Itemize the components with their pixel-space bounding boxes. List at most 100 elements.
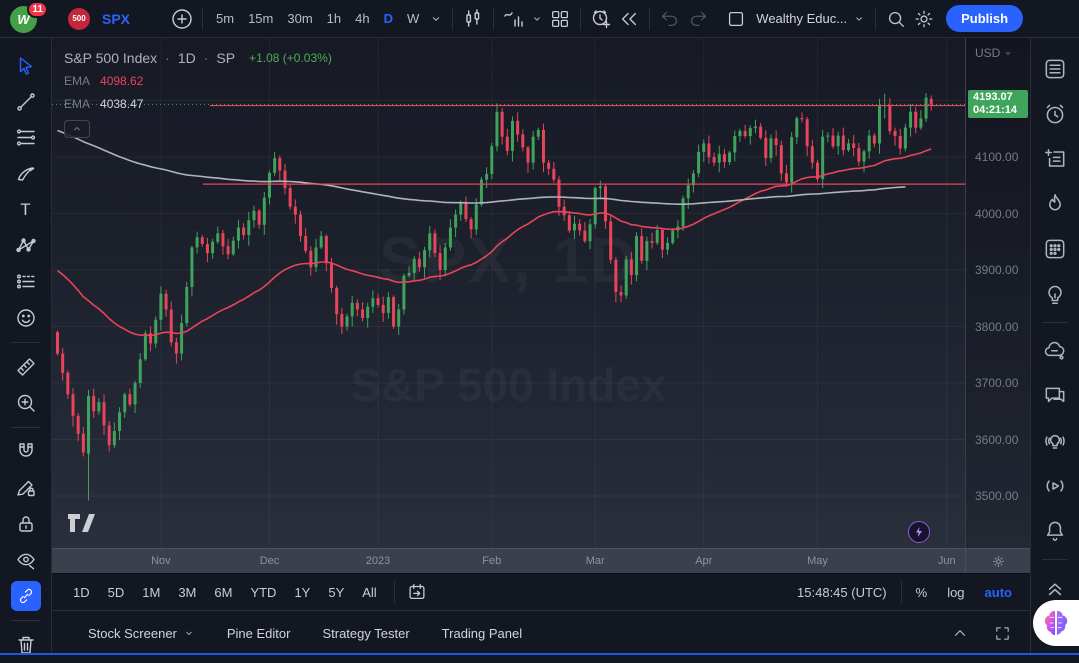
search-icon[interactable] bbox=[882, 5, 910, 33]
cursor-tool-icon[interactable] bbox=[8, 48, 44, 84]
range-5d[interactable]: 5D bbox=[99, 580, 134, 604]
layout-box-icon[interactable] bbox=[722, 5, 750, 33]
ema-slow-value: 4038.47 bbox=[100, 97, 143, 111]
lightning-icon[interactable] bbox=[908, 521, 930, 543]
current-price: 4193.07 bbox=[973, 91, 1028, 104]
fullscreen-icon[interactable] bbox=[988, 619, 1016, 647]
streams-play-icon[interactable] bbox=[1036, 467, 1074, 505]
brush-tool-icon[interactable] bbox=[8, 156, 44, 192]
user-avatar[interactable]: W 11 bbox=[10, 4, 44, 34]
ideas-bulb-icon[interactable] bbox=[1036, 275, 1074, 313]
pine-editor-tab[interactable]: Pine Editor bbox=[211, 618, 307, 648]
hide-drawings-eye-icon[interactable] bbox=[8, 542, 44, 578]
divider bbox=[394, 581, 395, 603]
price-axis-label: 3900.00 bbox=[975, 263, 1018, 277]
price-axis-label: 3700.00 bbox=[975, 376, 1018, 390]
lock-all-drawings-icon[interactable] bbox=[8, 506, 44, 542]
magnet-tool-icon[interactable] bbox=[8, 434, 44, 470]
range-1y[interactable]: 1Y bbox=[285, 580, 319, 604]
right-sidebar bbox=[1030, 38, 1079, 655]
price-axis[interactable]: USD 4200.004100.004000.003900.003800.003… bbox=[965, 38, 1030, 548]
legend-symbol-row[interactable]: S&P 500 Index · 1D · SP +1.08 (+0.03%) bbox=[64, 50, 332, 66]
timeframe-1w[interactable]: W bbox=[400, 6, 426, 32]
price-axis-label: 3600.00 bbox=[975, 433, 1018, 447]
indicators-chevron-down-icon[interactable] bbox=[528, 5, 546, 33]
xabcd-pattern-tool-icon[interactable] bbox=[8, 228, 44, 264]
notifications-bell-icon[interactable] bbox=[1036, 512, 1074, 550]
trading-panel-tab[interactable]: Trading Panel bbox=[426, 618, 538, 648]
calendar-dots-icon[interactable] bbox=[1036, 230, 1074, 268]
alerts-clock-icon[interactable] bbox=[1036, 95, 1074, 133]
go-to-date-icon[interactable] bbox=[403, 578, 431, 606]
layout-name[interactable]: Wealthy Educ... bbox=[756, 11, 847, 26]
redo-icon[interactable] bbox=[684, 5, 712, 33]
expand-panel-chevron-icon[interactable] bbox=[946, 619, 974, 647]
remove-drawings-trash-icon[interactable] bbox=[8, 627, 44, 663]
tradingview-logo[interactable] bbox=[68, 514, 98, 532]
minds-cloud-icon[interactable] bbox=[1036, 332, 1074, 370]
percent-scale-button[interactable]: % bbox=[908, 585, 936, 600]
divider bbox=[493, 8, 494, 30]
alert-plus-icon[interactable] bbox=[587, 5, 615, 33]
divider bbox=[1042, 322, 1068, 323]
scale-settings-gear-icon[interactable] bbox=[965, 549, 1030, 574]
replay-icon[interactable] bbox=[615, 5, 643, 33]
layout-grid-icon[interactable] bbox=[546, 5, 574, 33]
range-3m[interactable]: 3M bbox=[169, 580, 205, 604]
timeframe-chevron-down-icon[interactable] bbox=[426, 5, 446, 33]
trend-line-tool-icon[interactable] bbox=[8, 84, 44, 120]
range-all[interactable]: All bbox=[353, 580, 385, 604]
drawing-mode-lock-icon[interactable] bbox=[8, 470, 44, 506]
symbol-name[interactable]: SPX bbox=[102, 11, 130, 27]
time-axis[interactable]: NovDec2023FebMarAprMayJun bbox=[52, 548, 1030, 573]
timeframe-4h[interactable]: 4h bbox=[348, 6, 376, 32]
broadcast-bulb-icon[interactable] bbox=[1036, 422, 1074, 460]
server-clock[interactable]: 15:48:45 (UTC) bbox=[797, 585, 895, 600]
bottom-panel-bar: Stock Screener Pine Editor Strategy Test… bbox=[52, 610, 1030, 655]
watchlist-icon[interactable] bbox=[1036, 50, 1074, 88]
settings-gear-icon[interactable] bbox=[910, 5, 938, 33]
auto-scale-button[interactable]: auto bbox=[977, 585, 1020, 600]
timeframe-5m[interactable]: 5m bbox=[209, 6, 241, 32]
range-ytd[interactable]: YTD bbox=[241, 580, 285, 604]
timeframe-1h[interactable]: 1h bbox=[320, 6, 348, 32]
range-6m[interactable]: 6M bbox=[205, 580, 241, 604]
fib-retracement-tool-icon[interactable] bbox=[8, 120, 44, 156]
timeframe-30m[interactable]: 30m bbox=[280, 6, 319, 32]
layout-chevron-down-icon[interactable] bbox=[849, 5, 869, 33]
current-price-tag: 4193.07 04:21:14 bbox=[968, 90, 1028, 118]
range-5y[interactable]: 5Y bbox=[319, 580, 353, 604]
legend-title: S&P 500 Index bbox=[64, 50, 157, 66]
range-1m[interactable]: 1M bbox=[133, 580, 169, 604]
legend-ema-fast-row[interactable]: EMA 4098.62 bbox=[64, 73, 332, 89]
legend-collapse-button[interactable] bbox=[64, 120, 90, 138]
sync-drawings-link-icon[interactable] bbox=[11, 581, 41, 611]
divider bbox=[649, 8, 650, 30]
indicators-icon[interactable] bbox=[500, 5, 528, 33]
notes-plus-icon[interactable] bbox=[1036, 140, 1074, 178]
chat-icon[interactable] bbox=[1036, 377, 1074, 415]
hotlists-flame-icon[interactable] bbox=[1036, 185, 1074, 223]
strategy-tester-tab[interactable]: Strategy Tester bbox=[306, 618, 425, 648]
undo-icon[interactable] bbox=[656, 5, 684, 33]
ruler-tool-icon[interactable] bbox=[8, 349, 44, 385]
timeframe-15m[interactable]: 15m bbox=[241, 6, 280, 32]
publish-button[interactable]: Publish bbox=[946, 5, 1023, 32]
timeframe-1d[interactable]: D bbox=[377, 6, 400, 32]
stock-screener-tab[interactable]: Stock Screener bbox=[72, 618, 211, 648]
currency-selector[interactable]: USD bbox=[975, 46, 1013, 60]
legend-ema-slow-row[interactable]: EMA 4038.47 bbox=[64, 96, 332, 112]
price-axis-label: 3800.00 bbox=[975, 320, 1018, 334]
ai-assistant-brain-icon[interactable] bbox=[1033, 600, 1079, 646]
text-tool-icon[interactable]: T bbox=[8, 192, 44, 228]
projection-tool-icon[interactable] bbox=[8, 264, 44, 300]
emoji-tool-icon[interactable] bbox=[8, 300, 44, 336]
candle-style-icon[interactable] bbox=[459, 5, 487, 33]
zoom-in-tool-icon[interactable] bbox=[8, 385, 44, 421]
divider bbox=[901, 581, 902, 603]
log-scale-button[interactable]: log bbox=[939, 585, 972, 600]
chart-area: SPX, 1D S&P 500 Index S&P 500 Index · 1D… bbox=[52, 38, 1030, 655]
symbol-search-plus-icon[interactable] bbox=[168, 5, 196, 33]
ema-fast-value: 4098.62 bbox=[100, 74, 143, 88]
range-1d[interactable]: 1D bbox=[64, 580, 99, 604]
